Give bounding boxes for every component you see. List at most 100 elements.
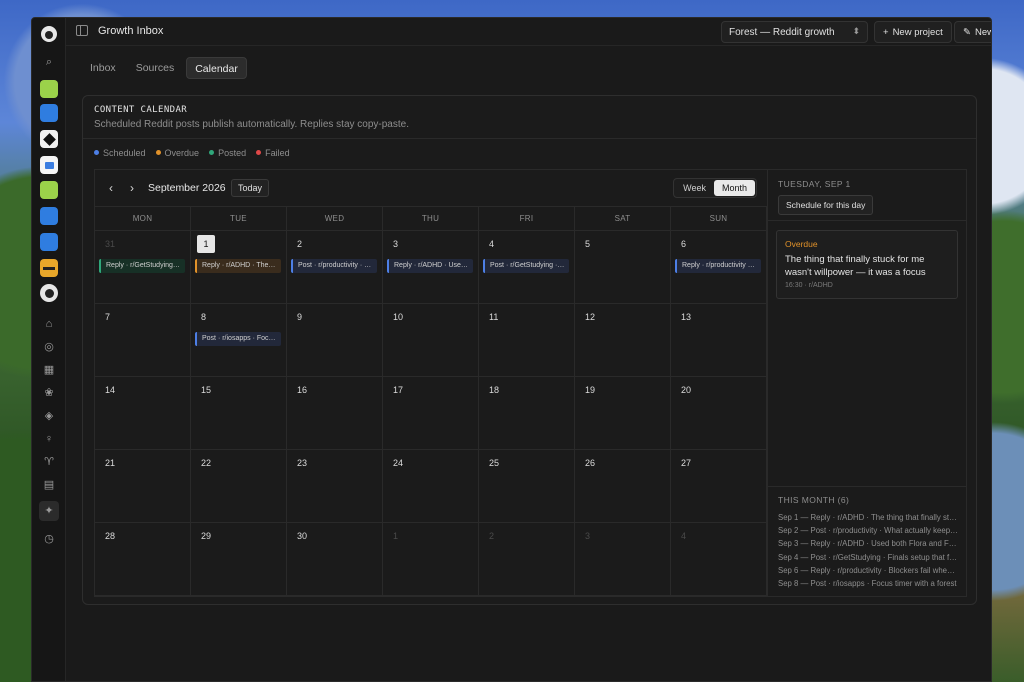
status-legend: Scheduled Overdue Posted Failed — [94, 148, 290, 158]
app-icon-1[interactable] — [40, 80, 58, 98]
overdue-post-card[interactable]: Overdue The thing that finally stuck for… — [776, 230, 958, 299]
day-cell[interactable]: 28 — [95, 523, 191, 596]
this-month-heading: THIS MONTH (6) — [778, 495, 850, 505]
day-cell[interactable]: 19 — [575, 377, 671, 450]
event-chip-posted[interactable]: Reply · r/GetStudying · Finals setup tha… — [99, 259, 185, 273]
app-icon-8[interactable] — [40, 259, 58, 277]
event-chip-scheduled[interactable]: Post · r/GetStudying · Finals setup that… — [483, 259, 569, 273]
day-cell[interactable]: 3Reply · r/ADHD · Used both Flora and Fo… — [383, 231, 479, 304]
schedule-day-button[interactable]: Schedule for this day — [778, 195, 874, 215]
app-icon-7[interactable] — [40, 233, 58, 251]
day-cell[interactable]: 22 — [191, 450, 287, 523]
day-cell[interactable]: 17 — [383, 377, 479, 450]
day-cell[interactable]: 21 — [95, 450, 191, 523]
post-meta: 16:30 · r/ADHD — [785, 282, 833, 289]
event-chip-scheduled[interactable]: Reply · r/ADHD · Used both Flora and For… — [387, 259, 473, 273]
legend-posted: Posted — [209, 148, 246, 158]
card-subtitle: Scheduled Reddit posts publish automatic… — [94, 119, 409, 130]
app-rail: ⌕ ⌂ ◎ ▦ ❀ ◈ ♀ ♈ ▤ ✦ ◷ — [32, 18, 66, 681]
event-chip-scheduled[interactable]: Post · r/iosapps · Focus timer with a fo… — [195, 332, 281, 346]
list-item[interactable]: Sep 1 — Reply · r/ADHD · The thing that … — [778, 511, 958, 524]
day-cell[interactable]: 26 — [575, 450, 671, 523]
home-icon[interactable]: ⌂ — [40, 315, 58, 333]
day-detail-panel: TUESDAY, SEP 1 Schedule for this day Ove… — [767, 169, 967, 597]
day-cell[interactable]: 1 — [383, 523, 479, 596]
day-cell[interactable]: 2 — [479, 523, 575, 596]
next-month-icon[interactable]: › — [130, 181, 134, 195]
legend-scheduled: Scheduled — [94, 148, 146, 158]
day-cell[interactable]: 30 — [287, 523, 383, 596]
day-cell[interactable]: 24 — [383, 450, 479, 523]
prev-month-icon[interactable]: ‹ — [109, 181, 113, 195]
day-cell[interactable]: 15 — [191, 377, 287, 450]
chat-icon[interactable]: ◎ — [40, 338, 58, 356]
weekday-label: SUN — [671, 207, 767, 231]
day-cell[interactable]: 5 — [575, 231, 671, 304]
day-cell[interactable]: 4 — [671, 523, 767, 596]
app-icon-4[interactable] — [40, 156, 58, 174]
day-cell[interactable]: 27 — [671, 450, 767, 523]
list-item[interactable]: Sep 8 — Post · r/iosapps · Focus timer w… — [778, 577, 958, 590]
app-icon-6[interactable] — [40, 207, 58, 225]
brain-icon[interactable]: ❀ — [40, 384, 58, 402]
cube-icon[interactable]: ◈ — [40, 407, 58, 425]
day-cell[interactable]: 10 — [383, 304, 479, 377]
new-post-button[interactable]: ✎ New post — [954, 21, 991, 43]
day-cell[interactable]: 6Reply · r/productivity · Blockers fail … — [671, 231, 767, 304]
list-item[interactable]: Sep 2 — Post · r/productivity · What act… — [778, 524, 958, 537]
day-cell[interactable]: 12 — [575, 304, 671, 377]
today-button[interactable]: Today — [231, 179, 270, 197]
day-cell[interactable]: 4Post · r/GetStudying · Finals setup tha… — [479, 231, 575, 304]
day-cell[interactable]: 23 — [287, 450, 383, 523]
person-icon[interactable]: ♀ — [40, 430, 58, 448]
day-cell[interactable]: 7 — [95, 304, 191, 377]
new-project-label: New project — [892, 26, 943, 38]
app-icon-3[interactable] — [40, 130, 58, 148]
project-select[interactable]: Forest — Reddit growth ⬍ — [721, 21, 868, 43]
tab-sources[interactable]: Sources — [128, 57, 183, 79]
week-view-button[interactable]: Week — [675, 180, 714, 196]
calendar-nav: ‹ › September 2026 Today Week Month — [95, 170, 767, 207]
event-chip-overdue[interactable]: Reply · r/ADHD · The thing that finally … — [195, 259, 281, 273]
app-icon-5[interactable] — [40, 181, 58, 199]
trophy-icon[interactable]: ♈ — [40, 453, 58, 471]
day-cell[interactable]: 20 — [671, 377, 767, 450]
day-cell[interactable]: 29 — [191, 523, 287, 596]
day-cell-today[interactable]: 1Reply · r/ADHD · The thing that finally… — [191, 231, 287, 304]
selected-date-label: TUESDAY, SEP 1 — [778, 179, 851, 189]
tab-inbox[interactable]: Inbox — [82, 57, 124, 79]
app-title: Growth Inbox — [98, 25, 164, 37]
event-chip-scheduled[interactable]: Reply · r/productivity · Blockers fail w… — [675, 259, 761, 273]
chart-icon[interactable]: ▤ — [40, 476, 58, 494]
growth-inbox-icon[interactable]: ✦ — [39, 501, 59, 521]
app-window: ⌕ ⌂ ◎ ▦ ❀ ◈ ♀ ♈ ▤ ✦ ◷ Growth Inbox Fores… — [31, 17, 992, 682]
content-calendar-card: CONTENT CALENDAR Scheduled Reddit posts … — [82, 95, 977, 605]
event-chip-scheduled[interactable]: Post · r/productivity · What actually ke… — [291, 259, 377, 273]
month-view-button[interactable]: Month — [713, 180, 755, 196]
sidebar-toggle-icon[interactable] — [76, 25, 88, 36]
day-cell[interactable]: 2Post · r/productivity · What actually k… — [287, 231, 383, 304]
day-cell[interactable]: 18 — [479, 377, 575, 450]
day-cell[interactable]: 11 — [479, 304, 575, 377]
day-cell[interactable]: 13 — [671, 304, 767, 377]
new-project-button[interactable]: + New project — [874, 21, 952, 43]
tab-calendar[interactable]: Calendar — [186, 57, 247, 79]
day-cell[interactable]: 31Reply · r/GetStudying · Finals setup t… — [95, 231, 191, 304]
user-avatar[interactable] — [41, 26, 57, 42]
day-cell[interactable]: 9 — [287, 304, 383, 377]
app-icon-2[interactable] — [40, 104, 58, 122]
list-item[interactable]: Sep 3 — Reply · r/ADHD · Used both Flora… — [778, 537, 958, 550]
app-icon-9[interactable] — [40, 284, 58, 302]
weekday-label: SAT — [575, 207, 671, 231]
day-cell[interactable]: 8Post · r/iosapps · Focus timer with a f… — [191, 304, 287, 377]
day-cell[interactable]: 16 — [287, 377, 383, 450]
weekday-label: TUE — [191, 207, 287, 231]
calendar-icon[interactable]: ▦ — [40, 361, 58, 379]
day-cell[interactable]: 25 — [479, 450, 575, 523]
day-cell[interactable]: 14 — [95, 377, 191, 450]
gauge-icon[interactable]: ◷ — [40, 530, 58, 548]
list-item[interactable]: Sep 4 — Post · r/GetStudying · Finals se… — [778, 551, 958, 564]
day-cell[interactable]: 3 — [575, 523, 671, 596]
list-item[interactable]: Sep 6 — Reply · r/productivity · Blocker… — [778, 564, 958, 577]
search-icon[interactable]: ⌕ — [40, 53, 58, 71]
